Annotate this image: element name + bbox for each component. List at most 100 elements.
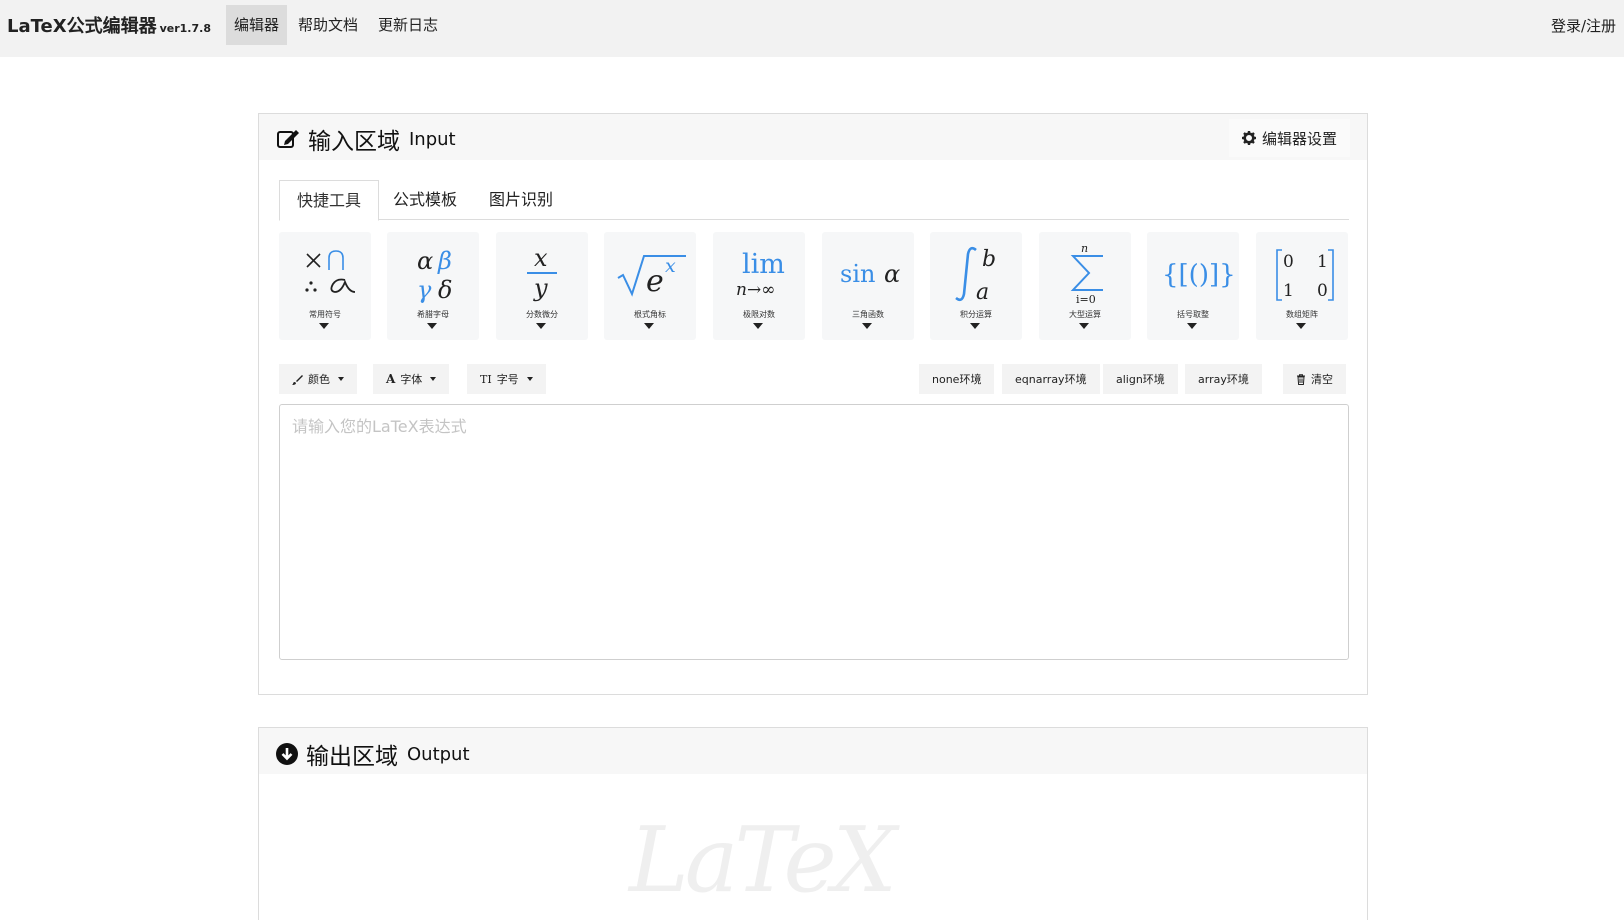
input-title-cn: 输入区域 [308, 129, 400, 155]
symbol-toolbar: 常用符号 α β γ δ 希腊字母 x y 分数微分 e x 根式角标 lim … [279, 232, 1349, 340]
font-size-label: 字号 [496, 373, 519, 386]
svg-text:i=0: i=0 [1076, 293, 1096, 306]
svg-text:α: α [417, 247, 433, 275]
tool-label: 积分运算 [960, 310, 992, 319]
svg-text:α: α [884, 260, 900, 288]
tool-matrix[interactable]: 0 1 1 0 数组矩阵 [1256, 232, 1348, 340]
tool-label: 常用符号 [309, 310, 341, 319]
env-array-button[interactable]: array环境 [1185, 364, 1262, 394]
output-title-en: Output [407, 743, 470, 765]
tab-formula-templates[interactable]: 公式模板 [376, 180, 474, 221]
input-panel-header: 输入区域 Input 编辑器设置 [259, 114, 1367, 160]
svg-text:n: n [736, 280, 747, 300]
brand[interactable]: LaTeX公式编辑器 ver1.7.8 [7, 12, 211, 38]
nav-item-editor[interactable]: 编辑器 [226, 5, 288, 45]
gear-icon [1241, 131, 1256, 145]
tool-trig-functions[interactable]: sin α 三角函数 [822, 232, 914, 340]
svg-text:0: 0 [1317, 281, 1328, 301]
caret-down-icon [753, 323, 763, 329]
tool-greek-letters[interactable]: α β γ δ 希腊字母 [387, 232, 479, 340]
tool-limits[interactable]: lim n →∞ 极限对数 [713, 232, 805, 340]
input-title-en: Input [409, 128, 456, 150]
tool-label: 根式角标 [634, 310, 666, 319]
caret-down-icon [644, 323, 654, 329]
latex-watermark-logo: LaTeX [629, 808, 897, 913]
tool-label: 括号取整 [1177, 310, 1209, 319]
caret-down-icon [970, 323, 980, 329]
login-register-link[interactable]: 登录/注册 [1551, 15, 1616, 36]
input-panel-title: 输入区域 Input [276, 122, 456, 156]
nav-item-help[interactable]: 帮助文档 [290, 5, 366, 45]
font-size-dropdown-button[interactable]: TI 字号 [467, 364, 546, 394]
caret-down-icon [427, 323, 437, 329]
integral-icon: b a [955, 246, 996, 305]
nav-item-changelog[interactable]: 更新日志 [370, 5, 446, 45]
tool-brackets[interactable]: {[()]} 括号取整 [1147, 232, 1239, 340]
caret-down-icon [319, 323, 329, 329]
caret-down-icon [1079, 323, 1089, 329]
svg-text:e: e [646, 264, 664, 299]
trig-icon: sin α [840, 260, 900, 288]
tool-radicals[interactable]: e x 根式角标 [604, 232, 696, 340]
tab-image-recognition[interactable]: 图片识别 [472, 180, 570, 221]
svg-text:lim: lim [742, 249, 785, 280]
caret-down-icon [430, 377, 437, 381]
tool-label: 数组矩阵 [1286, 310, 1318, 319]
editor-settings-label: 编辑器设置 [1261, 129, 1337, 148]
svg-text:1: 1 [1283, 281, 1294, 301]
env-eqnarray-button[interactable]: eqnarray环境 [1002, 364, 1100, 394]
svg-text:δ: δ [438, 276, 452, 304]
summation-icon: n i=0 [1070, 242, 1103, 306]
caret-down-icon [1187, 323, 1197, 329]
limit-icon: lim n →∞ [736, 249, 785, 300]
svg-text:b: b [982, 247, 996, 272]
editor-settings-button[interactable]: 编辑器设置 [1228, 119, 1350, 157]
svg-text:sin: sin [840, 260, 875, 288]
tab-quick-tools[interactable]: 快捷工具 [279, 180, 380, 221]
color-dropdown-button[interactable]: 颜色 [279, 364, 357, 394]
version-label: ver1.7.8 [159, 22, 211, 35]
clear-label: 清空 [1311, 373, 1333, 386]
output-panel-title: 输出区域 Output [276, 737, 470, 771]
font-icon: A [386, 372, 396, 386]
tool-label: 三角函数 [852, 310, 884, 319]
brush-icon [292, 374, 303, 385]
svg-text:x: x [665, 255, 676, 277]
greek-letters-icon: α β γ δ [417, 247, 452, 304]
tool-label: 分数微分 [526, 310, 558, 319]
brackets-icon: {[()]} [1162, 260, 1233, 290]
svg-text:→∞: →∞ [747, 280, 775, 300]
output-title-cn: 输出区域 [306, 744, 398, 770]
tool-label: 希腊字母 [417, 310, 449, 319]
env-align-button[interactable]: align环境 [1103, 364, 1178, 394]
matrix-icon: 0 1 1 0 [1276, 249, 1334, 301]
caret-down-icon [862, 323, 872, 329]
fraction-icon: x y [527, 244, 557, 302]
svg-text:0: 0 [1283, 252, 1294, 272]
trash-icon [1297, 373, 1305, 385]
common-symbols-icon [305, 250, 356, 293]
svg-text:y: y [533, 274, 548, 302]
tool-label: 极限对数 [743, 310, 775, 319]
brand-title: LaTeX公式编辑器 [7, 16, 157, 37]
tool-big-operators[interactable]: n i=0 大型运算 [1039, 232, 1131, 340]
env-none-button[interactable]: none环境 [919, 364, 995, 394]
tool-integrals[interactable]: b a 积分运算 [930, 232, 1022, 340]
tool-label: 大型运算 [1069, 310, 1101, 319]
caret-down-icon [536, 323, 546, 329]
svg-text:a: a [976, 280, 989, 305]
latex-input-field[interactable] [279, 404, 1349, 660]
tool-fractions[interactable]: x y 分数微分 [496, 232, 588, 340]
svg-text:n: n [1081, 242, 1088, 255]
font-dropdown-button[interactable]: A 字体 [373, 364, 450, 394]
tool-common-symbols[interactable]: 常用符号 [279, 232, 371, 340]
output-panel-header: 输出区域 Output [259, 728, 1367, 774]
input-panel: 输入区域 Input 编辑器设置 快捷工具 公式模板 图片识别 常用符号 α β… [258, 113, 1368, 695]
arrow-down-circle-icon [276, 743, 298, 765]
svg-text:1: 1 [1317, 252, 1328, 272]
svg-text:γ: γ [417, 276, 432, 304]
caret-down-icon [1296, 323, 1306, 329]
color-label: 颜色 [308, 373, 330, 386]
caret-down-icon [526, 377, 533, 381]
clear-button[interactable]: 清空 [1283, 364, 1346, 394]
